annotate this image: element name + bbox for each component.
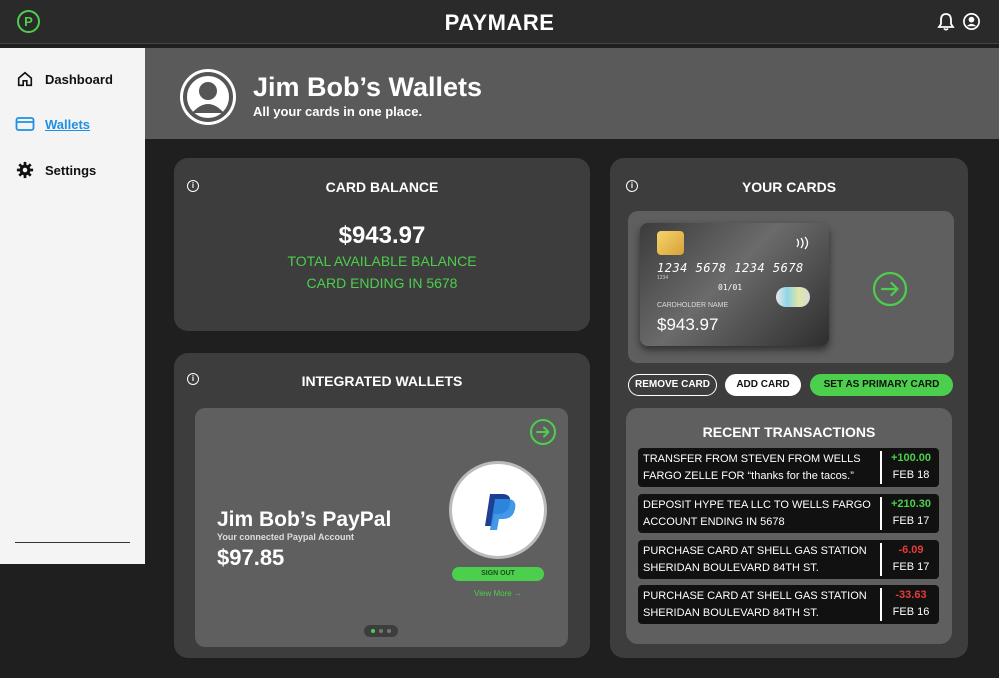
sidebar-item-dashboard[interactable]: Dashboard xyxy=(15,69,113,89)
transaction-date: FEB 17 xyxy=(892,515,930,527)
transaction-description: PURCHASE CARD AT SHELL GAS STATION SHERI… xyxy=(643,590,867,619)
card-balance-panel: i CARD BALANCE $943.97 TOTAL AVAILABLE B… xyxy=(174,158,590,331)
sidebar: Dashboard Wallets Settings xyxy=(0,48,145,564)
add-card-button[interactable]: ADD CARD xyxy=(725,374,801,396)
paypal-icon xyxy=(485,494,516,530)
card-balance-title: CARD BALANCE xyxy=(325,179,439,195)
carousel-dot[interactable] xyxy=(379,629,383,633)
set-primary-card-button[interactable]: SET AS PRIMARY CARD xyxy=(810,374,953,396)
next-arrow-icon[interactable] xyxy=(529,418,557,446)
sidebar-item-label: Wallets xyxy=(45,116,91,132)
next-card-arrow-icon[interactable] xyxy=(872,271,908,307)
your-cards-title: YOUR CARDS xyxy=(741,179,837,195)
sidebar-divider xyxy=(15,542,130,543)
sidebar-item-label: Dashboard xyxy=(45,71,113,87)
integrated-wallets-panel: i INTEGRATED WALLETS Jim Bob’s PayPal Yo… xyxy=(174,353,590,658)
card-number-small: 1234 xyxy=(657,275,669,281)
transaction-row[interactable]: PURCHASE CARD AT SHELL GAS STATION SHERI… xyxy=(638,540,939,579)
view-more-label: View More xyxy=(474,589,512,598)
top-bar: P PAYMARE xyxy=(0,0,999,44)
transaction-date: FEB 16 xyxy=(892,606,930,618)
transaction-date: FEB 18 xyxy=(892,469,930,481)
transaction-amount: -33.63 xyxy=(895,589,927,601)
transaction-divider xyxy=(880,543,882,576)
arrow-right-icon: → xyxy=(513,589,522,598)
balance-label: TOTAL AVAILABLE BALANCE xyxy=(287,253,477,269)
card-expiry: 01/01 xyxy=(718,283,743,292)
carousel-dots[interactable] xyxy=(364,625,398,637)
transaction-description: TRANSFER FROM STEVEN FROM WELLS FARGO ZE… xyxy=(643,453,861,482)
paypal-logo xyxy=(449,461,547,559)
card-ending-label: CARD ENDING IN 5678 xyxy=(306,275,458,291)
transaction-date: FEB 17 xyxy=(892,561,930,573)
sign-out-button[interactable]: SIGN OUT xyxy=(452,567,544,581)
sidebar-item-settings[interactable]: Settings xyxy=(15,160,96,180)
chip-icon xyxy=(657,231,684,255)
user-icon[interactable] xyxy=(962,12,981,31)
balance-amount: $943.97 xyxy=(338,222,426,249)
wallet-amount: $97.85 xyxy=(217,545,285,570)
card-carousel: 1234 5678 1234 5678 1234 01/01 CARDHOLDE… xyxy=(628,211,954,363)
carousel-dot[interactable] xyxy=(387,629,391,633)
transaction-amount: +100.00 xyxy=(890,452,932,464)
contactless-icon xyxy=(796,236,809,250)
transaction-divider xyxy=(880,497,882,530)
credit-card[interactable]: 1234 5678 1234 5678 1234 01/01 CARDHOLDE… xyxy=(640,223,829,346)
wallet-subtitle: Your connected Paypal Account xyxy=(217,532,355,542)
sidebar-item-wallets[interactable]: Wallets xyxy=(15,114,90,134)
transaction-description: DEPOSIT HYPE TEA LLC TO WELLS FARGO ACCO… xyxy=(643,499,871,528)
avatar-icon xyxy=(183,72,233,122)
card-icon xyxy=(15,114,35,134)
home-icon xyxy=(15,69,35,89)
transaction-row[interactable]: DEPOSIT HYPE TEA LLC TO WELLS FARGO ACCO… xyxy=(638,494,939,533)
transaction-row[interactable]: PURCHASE CARD AT SHELL GAS STATION SHERI… xyxy=(638,585,939,624)
carousel-dot[interactable] xyxy=(371,629,375,633)
wallet-name: Jim Bob’s PayPal xyxy=(217,508,392,531)
transaction-divider xyxy=(880,451,882,484)
transaction-divider xyxy=(880,588,882,621)
page-header: Jim Bob’s Wallets All your cards in one … xyxy=(145,48,999,139)
your-cards-panel: i YOUR CARDS 1234 5678 1234 5678 1234 01… xyxy=(610,158,968,658)
page-subtitle: All your cards in one place. xyxy=(253,104,423,119)
integrated-wallets-title: INTEGRATED WALLETS xyxy=(301,373,463,389)
hologram-icon xyxy=(776,287,810,307)
sidebar-item-label: Settings xyxy=(45,162,97,178)
remove-card-button[interactable]: REMOVE CARD xyxy=(628,374,717,396)
avatar[interactable] xyxy=(180,69,236,125)
bell-icon[interactable] xyxy=(936,12,956,32)
recent-transactions-title: RECENT TRANSACTIONS xyxy=(702,424,876,440)
page-title: Jim Bob’s Wallets xyxy=(253,72,483,102)
transaction-amount: -6.09 xyxy=(898,544,924,556)
app-title: PAYMARE xyxy=(444,10,555,35)
card-balance: $943.97 xyxy=(657,315,719,334)
transaction-description: PURCHASE CARD AT SHELL GAS STATION SHERI… xyxy=(643,545,867,574)
paypal-wallet-card: Jim Bob’s PayPal Your connected Paypal A… xyxy=(195,408,568,647)
cardholder-label: CARDHOLDER NAME xyxy=(657,302,729,309)
transaction-amount: +210.30 xyxy=(890,498,932,510)
recent-transactions-panel: RECENT TRANSACTIONS TRANSFER FROM STEVEN… xyxy=(626,408,952,644)
view-more-link[interactable]: View More → xyxy=(452,589,544,598)
transaction-row[interactable]: TRANSFER FROM STEVEN FROM WELLS FARGO ZE… xyxy=(638,448,939,487)
card-number: 1234 5678 1234 5678 xyxy=(657,261,804,275)
gear-icon xyxy=(15,160,35,180)
